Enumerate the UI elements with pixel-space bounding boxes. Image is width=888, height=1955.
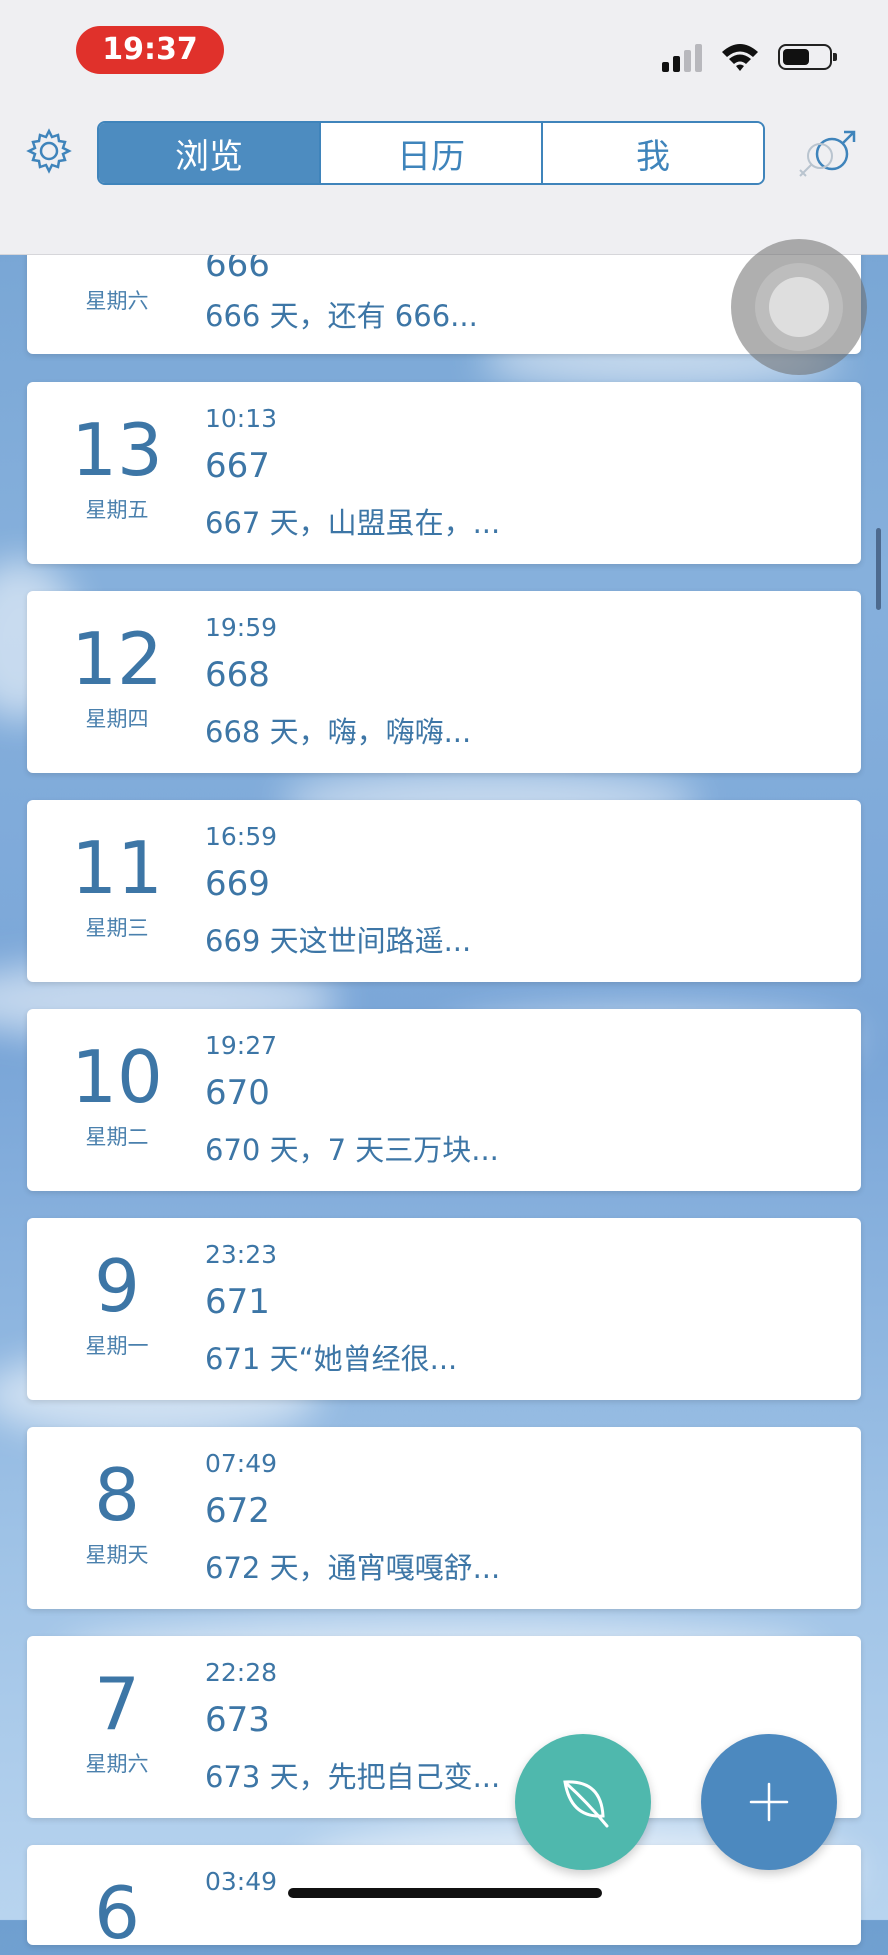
entry-day: 6: [94, 1871, 140, 1955]
entry-time: 03:49: [205, 1867, 278, 1896]
header-bar: 19:37 浏览 日历 我: [0, 0, 888, 255]
entry-weekday: 星期五: [85, 498, 149, 522]
entry-time: 23:23: [205, 1240, 278, 1269]
entry-time: 19:27: [205, 1031, 278, 1060]
plus-icon: [749, 1782, 789, 1822]
entry-weekday: 星期一: [85, 1334, 149, 1358]
entry-day: 13: [71, 408, 163, 492]
entry-card[interactable]: 13 星期五 10:13 667 667 天，山盟虽在，...: [27, 382, 861, 564]
wifi-icon: [722, 44, 758, 71]
leaf-icon: [563, 1780, 609, 1828]
entry-excerpt: 670 天，7 天三万块...: [205, 1133, 499, 1167]
entry-card[interactable]: 8 星期天 07:49 672 672 天，通宵嘎嘎舒...: [27, 1427, 861, 1609]
entry-title: 670: [205, 1073, 270, 1113]
entry-excerpt: 671 天“她曾经很...: [205, 1342, 458, 1376]
entry-card[interactable]: 11 星期三 16:59 669 669 天这世间路遥...: [27, 800, 861, 982]
entry-excerpt: 673 天，先把自己变...: [205, 1760, 501, 1794]
tab-browse[interactable]: 浏览: [99, 123, 321, 183]
entry-title: 671: [205, 1282, 270, 1322]
gender-icon[interactable]: [792, 124, 862, 180]
entry-weekday: 星期四: [85, 707, 149, 731]
entry-card[interactable]: 9 星期一 23:23 671 671 天“她曾经很...: [27, 1218, 861, 1400]
entry-day: 10: [71, 1035, 163, 1119]
leaf-button[interactable]: [515, 1734, 651, 1870]
entry-excerpt: 666 天，还有 666...: [205, 299, 478, 333]
gear-icon[interactable]: [26, 128, 72, 174]
entry-day: 7: [94, 1662, 140, 1746]
entry-day: 9: [94, 1244, 140, 1328]
status-icons: [662, 42, 837, 72]
battery-icon: [778, 44, 837, 70]
entry-title: 667: [205, 446, 270, 486]
entry-title: 673: [205, 1700, 270, 1740]
tab-calendar[interactable]: 日历: [321, 123, 543, 183]
view-switcher[interactable]: 浏览 日历 我: [97, 121, 765, 185]
entry-excerpt: 669 天这世间路遥...: [205, 924, 472, 958]
add-entry-button[interactable]: [701, 1734, 837, 1870]
entry-title: 669: [205, 864, 270, 904]
entry-weekday: 星期六: [85, 1752, 149, 1776]
entry-excerpt: 667 天，山盟虽在，...: [205, 506, 501, 540]
entry-weekday: 星期天: [85, 1543, 149, 1567]
entry-time: 16:59: [205, 822, 278, 851]
entry-time: 19:59: [205, 613, 278, 642]
entry-day: 8: [94, 1453, 140, 1537]
entry-time: 10:13: [205, 404, 278, 433]
entry-title: 668: [205, 655, 270, 695]
entry-excerpt: 672 天，通宵嘎嘎舒...: [205, 1551, 501, 1585]
status-time: 19:37: [76, 26, 224, 74]
tab-me[interactable]: 我: [543, 123, 763, 183]
home-indicator: [288, 1888, 602, 1898]
entry-weekday: 星期二: [85, 1125, 149, 1149]
entry-time: 22:28: [205, 1658, 278, 1687]
entry-card[interactable]: 12 星期四 19:59 668 668 天，嗨，嗨嗨...: [27, 591, 861, 773]
entry-day: 11: [71, 826, 163, 910]
signal-icon: [662, 42, 702, 72]
entry-time: 07:49: [205, 1449, 278, 1478]
entry-weekday: 星期六: [85, 289, 149, 313]
entry-title: 672: [205, 1491, 270, 1531]
scrollbar[interactable]: [876, 528, 881, 610]
entry-card[interactable]: 10 星期二 19:27 670 670 天，7 天三万块...: [27, 1009, 861, 1191]
entry-weekday: 星期三: [85, 916, 149, 940]
entry-excerpt: 668 天，嗨，嗨嗨...: [205, 715, 472, 749]
assistive-touch-button[interactable]: [731, 239, 867, 375]
entry-day: 12: [71, 617, 163, 701]
